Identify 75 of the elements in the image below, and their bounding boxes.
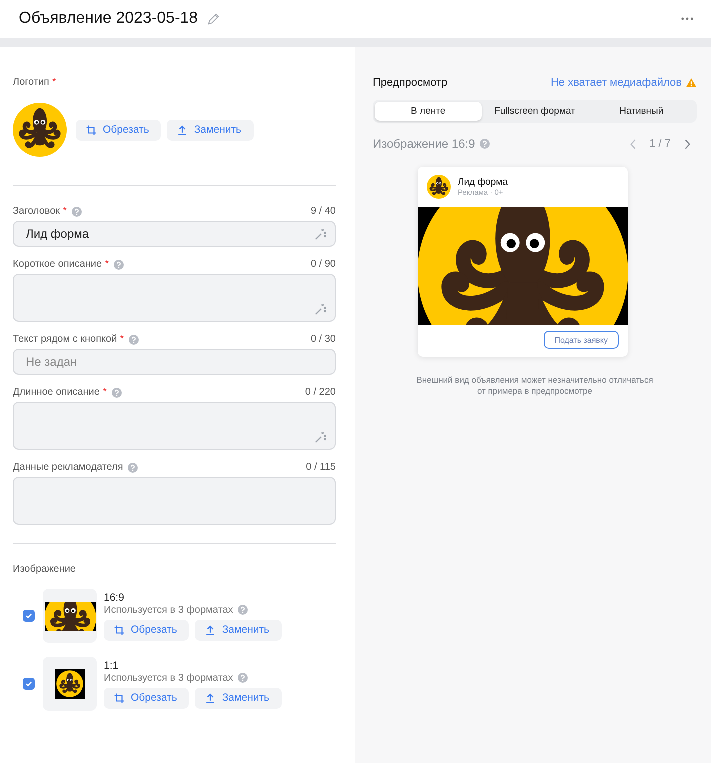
crop-icon bbox=[114, 692, 125, 704]
crop-icon bbox=[114, 624, 125, 636]
check-icon bbox=[24, 611, 34, 621]
preview-tab[interactable]: В ленте bbox=[375, 102, 482, 121]
required-mark: * bbox=[120, 334, 124, 345]
warning-icon bbox=[686, 78, 697, 88]
help-icon[interactable] bbox=[128, 462, 138, 472]
character-counter: 0 / 90 bbox=[310, 259, 336, 270]
field-label: Данные рекламодателя bbox=[13, 462, 124, 473]
section-label: Изображение bbox=[13, 564, 76, 575]
field-label: Короткое описание bbox=[13, 259, 102, 270]
crop-button[interactable]: Обрезать bbox=[104, 688, 190, 708]
text-area[interactable] bbox=[13, 402, 336, 450]
help-icon[interactable] bbox=[238, 605, 248, 615]
next-icon[interactable] bbox=[684, 138, 691, 150]
text-input[interactable]: Не задан bbox=[26, 355, 327, 369]
replace-button[interactable]: Заменить bbox=[195, 620, 282, 640]
field-label: Длинное описание bbox=[13, 387, 100, 398]
previous-icon[interactable] bbox=[630, 138, 637, 150]
octopus-image bbox=[44, 602, 96, 630]
field-label: Логотип bbox=[13, 77, 50, 88]
text-input[interactable]: Лид форма bbox=[26, 227, 314, 241]
checkbox[interactable] bbox=[23, 678, 35, 690]
magic-wand-icon[interactable] bbox=[314, 431, 327, 444]
help-icon[interactable] bbox=[480, 139, 490, 149]
help-icon[interactable] bbox=[114, 260, 124, 270]
usage-note: Используется в 3 форматах bbox=[104, 604, 234, 616]
required-mark: * bbox=[102, 387, 107, 398]
format-label: Изображение 16:9 bbox=[373, 137, 476, 151]
preview-note: Внешний вид объявления может незначительно отличаться от примера в предпросмотре bbox=[416, 375, 654, 398]
help-icon[interactable] bbox=[112, 388, 122, 398]
character-counter: 0 / 30 bbox=[310, 334, 336, 345]
field-label: Текст рядом с кнопкой bbox=[13, 334, 118, 345]
ad-title: Объявление 2023-05-18 bbox=[19, 10, 198, 28]
text-area[interactable] bbox=[13, 274, 336, 322]
page-counter: 1 / 7 bbox=[650, 138, 671, 150]
text-field[interactable]: Лид форма bbox=[13, 221, 336, 247]
required-mark: * bbox=[52, 77, 56, 88]
more-icon[interactable] bbox=[681, 17, 694, 21]
octopus-logo bbox=[427, 175, 451, 199]
character-counter: 0 / 220 bbox=[305, 387, 336, 398]
preview-title: Предпросмотр bbox=[373, 77, 448, 89]
magic-wand-icon[interactable] bbox=[314, 228, 327, 240]
check-icon bbox=[24, 679, 34, 689]
checkbox[interactable] bbox=[23, 610, 35, 622]
crop-button[interactable]: Обрезать bbox=[76, 120, 162, 140]
upload-icon bbox=[177, 124, 188, 136]
character-counter: 0 / 115 bbox=[306, 462, 336, 473]
apply-button[interactable]: Подать заявку bbox=[544, 331, 619, 349]
required-mark: * bbox=[63, 206, 67, 217]
magic-wand-icon[interactable] bbox=[314, 303, 327, 316]
crop-icon bbox=[86, 124, 97, 136]
help-icon[interactable] bbox=[72, 206, 82, 216]
text-field[interactable]: Не задан bbox=[13, 349, 336, 375]
crop-button[interactable]: Обрезать bbox=[104, 620, 190, 640]
text-area[interactable] bbox=[13, 477, 336, 525]
upload-icon bbox=[205, 624, 216, 636]
usage-note: Используется в 3 форматах bbox=[104, 672, 234, 684]
pencil-icon[interactable] bbox=[207, 12, 220, 26]
preview-tab[interactable]: Fullscreen формат bbox=[482, 102, 588, 121]
preview-tab[interactable]: Нативный bbox=[588, 102, 696, 121]
octopus-logo bbox=[13, 103, 67, 157]
replace-button[interactable]: Заменить bbox=[195, 688, 282, 708]
aspect-ratio-label: 1:1 bbox=[104, 660, 120, 672]
upload-icon bbox=[205, 692, 216, 704]
character-counter: 9 / 40 bbox=[310, 206, 336, 217]
aspect-ratio-label: 16:9 bbox=[104, 592, 126, 604]
replace-button[interactable]: Заменить bbox=[167, 120, 254, 140]
help-icon[interactable] bbox=[238, 673, 248, 683]
required-mark: * bbox=[105, 259, 109, 270]
octopus-image bbox=[55, 669, 85, 699]
help-icon[interactable] bbox=[129, 334, 140, 344]
field-label: Заголовок bbox=[13, 206, 60, 217]
missing-media-link[interactable]: Не хватает медиафайлов bbox=[550, 77, 682, 89]
advertiser-name: Лид форма bbox=[458, 177, 508, 188]
